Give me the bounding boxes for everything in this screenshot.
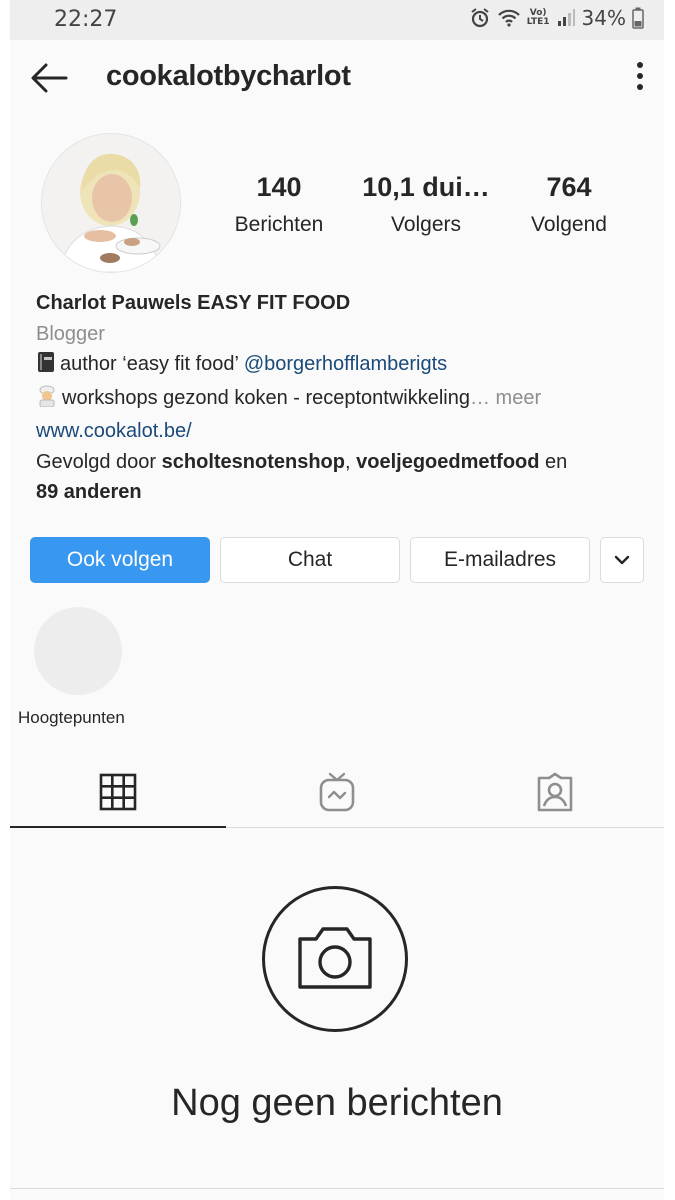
camera-icon — [292, 921, 378, 998]
stat-following-value: 764 — [546, 172, 592, 202]
tab-posts-grid[interactable] — [10, 760, 226, 828]
empty-state-icon-circle — [262, 886, 408, 1032]
arrow-left-icon[interactable] — [28, 58, 70, 98]
profile-username: cookalotbycharlot — [106, 60, 351, 92]
followed-by[interactable]: Gevolgd door scholtesnotenshop, voeljego… — [36, 447, 646, 508]
status-icons: Vo) LTE1 34% — [469, 6, 644, 30]
stat-following[interactable]: 764 Volgend — [506, 172, 632, 237]
suggested-dropdown-button[interactable] — [600, 537, 644, 583]
chat-button[interactable]: Chat — [220, 537, 400, 583]
kebab-menu-icon[interactable] — [634, 62, 646, 94]
bottom-divider — [10, 1188, 664, 1189]
bio-mention-link[interactable]: @borgerhofflamberigts — [244, 353, 447, 375]
stat-followers[interactable]: 10,1 dui… Volgers — [354, 172, 498, 237]
email-button[interactable]: E-mailadres — [410, 537, 590, 583]
tab-tagged[interactable] — [446, 760, 664, 828]
grid-icon — [99, 773, 137, 816]
battery-level: 34% — [581, 6, 626, 30]
tab-active-indicator — [10, 826, 226, 828]
status-time: 22:27 — [54, 7, 118, 32]
follow-back-button[interactable]: Ook volgen — [30, 537, 210, 583]
signal-icon — [556, 8, 576, 28]
wifi-icon — [497, 8, 521, 28]
status-bar: 22:27 Vo) LTE1 34% — [10, 0, 664, 40]
bio-line-2-text: workshops gezond koken - receptontwikkel… — [62, 386, 470, 409]
cook-icon — [36, 385, 58, 417]
profile-header: cookalotbycharlot — [10, 40, 664, 116]
followed-by-user-2: voeljegoedmetfood — [356, 450, 540, 473]
chevron-down-icon — [613, 548, 631, 572]
bio-website-link[interactable]: www.cookalot.be/ — [36, 416, 646, 447]
bio-line-1-text: author ‘easy fit food’ — [60, 353, 244, 375]
igtv-icon — [318, 772, 356, 817]
stat-followers-value: 10,1 dui… — [362, 172, 490, 202]
followed-by-separator: , — [345, 450, 357, 473]
stat-following-label: Volgend — [531, 213, 607, 236]
followed-by-prefix: Gevolgd door — [36, 450, 162, 473]
stat-followers-label: Volgers — [390, 213, 462, 236]
stat-posts-label: Berichten — [234, 213, 324, 236]
profile-full-name: Charlot Pauwels EASY FIT FOOD — [36, 292, 351, 314]
tagged-icon — [535, 772, 575, 817]
stat-posts: 140 Berichten — [210, 172, 348, 237]
bio-line-1: author ‘easy fit food’ @borgerhofflamber… — [36, 349, 646, 383]
stat-posts-value: 140 — [256, 172, 302, 202]
tab-igtv[interactable] — [228, 760, 446, 828]
alarm-icon — [469, 7, 491, 29]
battery-icon — [632, 7, 644, 29]
profile-category: Blogger — [36, 322, 105, 345]
profile-screen: 22:27 Vo) LTE1 34% cookalotbycharlot 140… — [10, 0, 664, 1200]
volte-lte-icon: Vo) LTE1 — [527, 9, 550, 27]
followed-by-others: 89 anderen — [36, 481, 142, 503]
notebook-icon — [36, 351, 56, 383]
highlight-circle[interactable] — [34, 607, 122, 695]
empty-state-title: Nog geen berichten — [171, 1082, 503, 1124]
lte-label: LTE1 — [526, 17, 550, 27]
followed-by-user-1: scholtesnotenshop — [161, 450, 345, 473]
profile-avatar[interactable] — [42, 134, 180, 272]
followed-by-and: en — [539, 450, 568, 473]
bio-line-2: workshops gezond koken - receptontwikkel… — [36, 383, 646, 417]
bio-more-link[interactable]: … meer — [470, 387, 541, 409]
profile-bio: Charlot Pauwels EASY FIT FOOD Blogger au… — [36, 288, 646, 508]
highlights-label: Hoogtepunten — [18, 708, 125, 727]
